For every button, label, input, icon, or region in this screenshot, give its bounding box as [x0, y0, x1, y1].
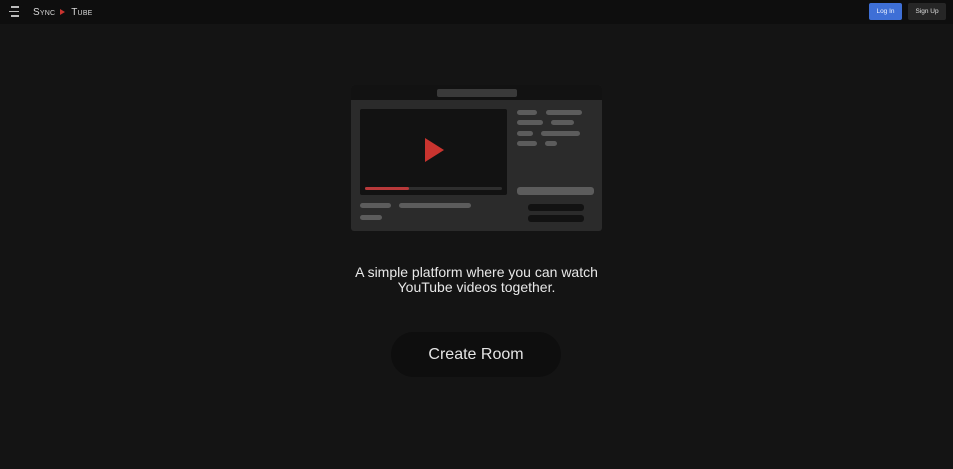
illustration-player: [360, 109, 507, 195]
app-logo[interactable]: Sync Tube: [33, 6, 93, 18]
placeholder-line: [360, 215, 382, 220]
placeholder-line: [517, 110, 537, 115]
tagline-line-2: YouTube videos together.: [397, 279, 556, 295]
placeholder-line: [517, 187, 594, 195]
placeholder-line: [517, 131, 533, 136]
placeholder-button: [528, 204, 584, 211]
placeholder-line: [545, 141, 557, 146]
tagline-line-1: A simple platform where you can watch: [355, 264, 598, 280]
tagline: A simple platform where you can watch Yo…: [300, 265, 653, 295]
placeholder-line: [517, 120, 543, 125]
placeholder-line: [551, 120, 574, 125]
video-player-illustration: [351, 85, 602, 231]
placeholder-button: [528, 215, 584, 222]
sign-up-button[interactable]: Sign Up: [908, 3, 946, 20]
hamburger-menu-icon[interactable]: [9, 6, 21, 17]
play-triangle-icon: [60, 9, 66, 15]
create-room-button[interactable]: Create Room: [391, 332, 561, 377]
placeholder-line: [541, 131, 580, 136]
placeholder-line: [399, 203, 471, 208]
placeholder-line: [546, 110, 582, 115]
placeholder-line: [517, 141, 537, 146]
log-in-button[interactable]: Log In: [869, 3, 902, 20]
play-icon: [425, 138, 444, 162]
placeholder-line: [360, 203, 391, 208]
illustration-progress-fill: [365, 187, 409, 190]
logo-word-tube: Tube: [71, 6, 93, 18]
logo-word-sync: Sync: [33, 6, 56, 18]
top-bar: Sync Tube Log In Sign Up: [0, 0, 953, 24]
illustration-url-bar: [437, 88, 517, 97]
